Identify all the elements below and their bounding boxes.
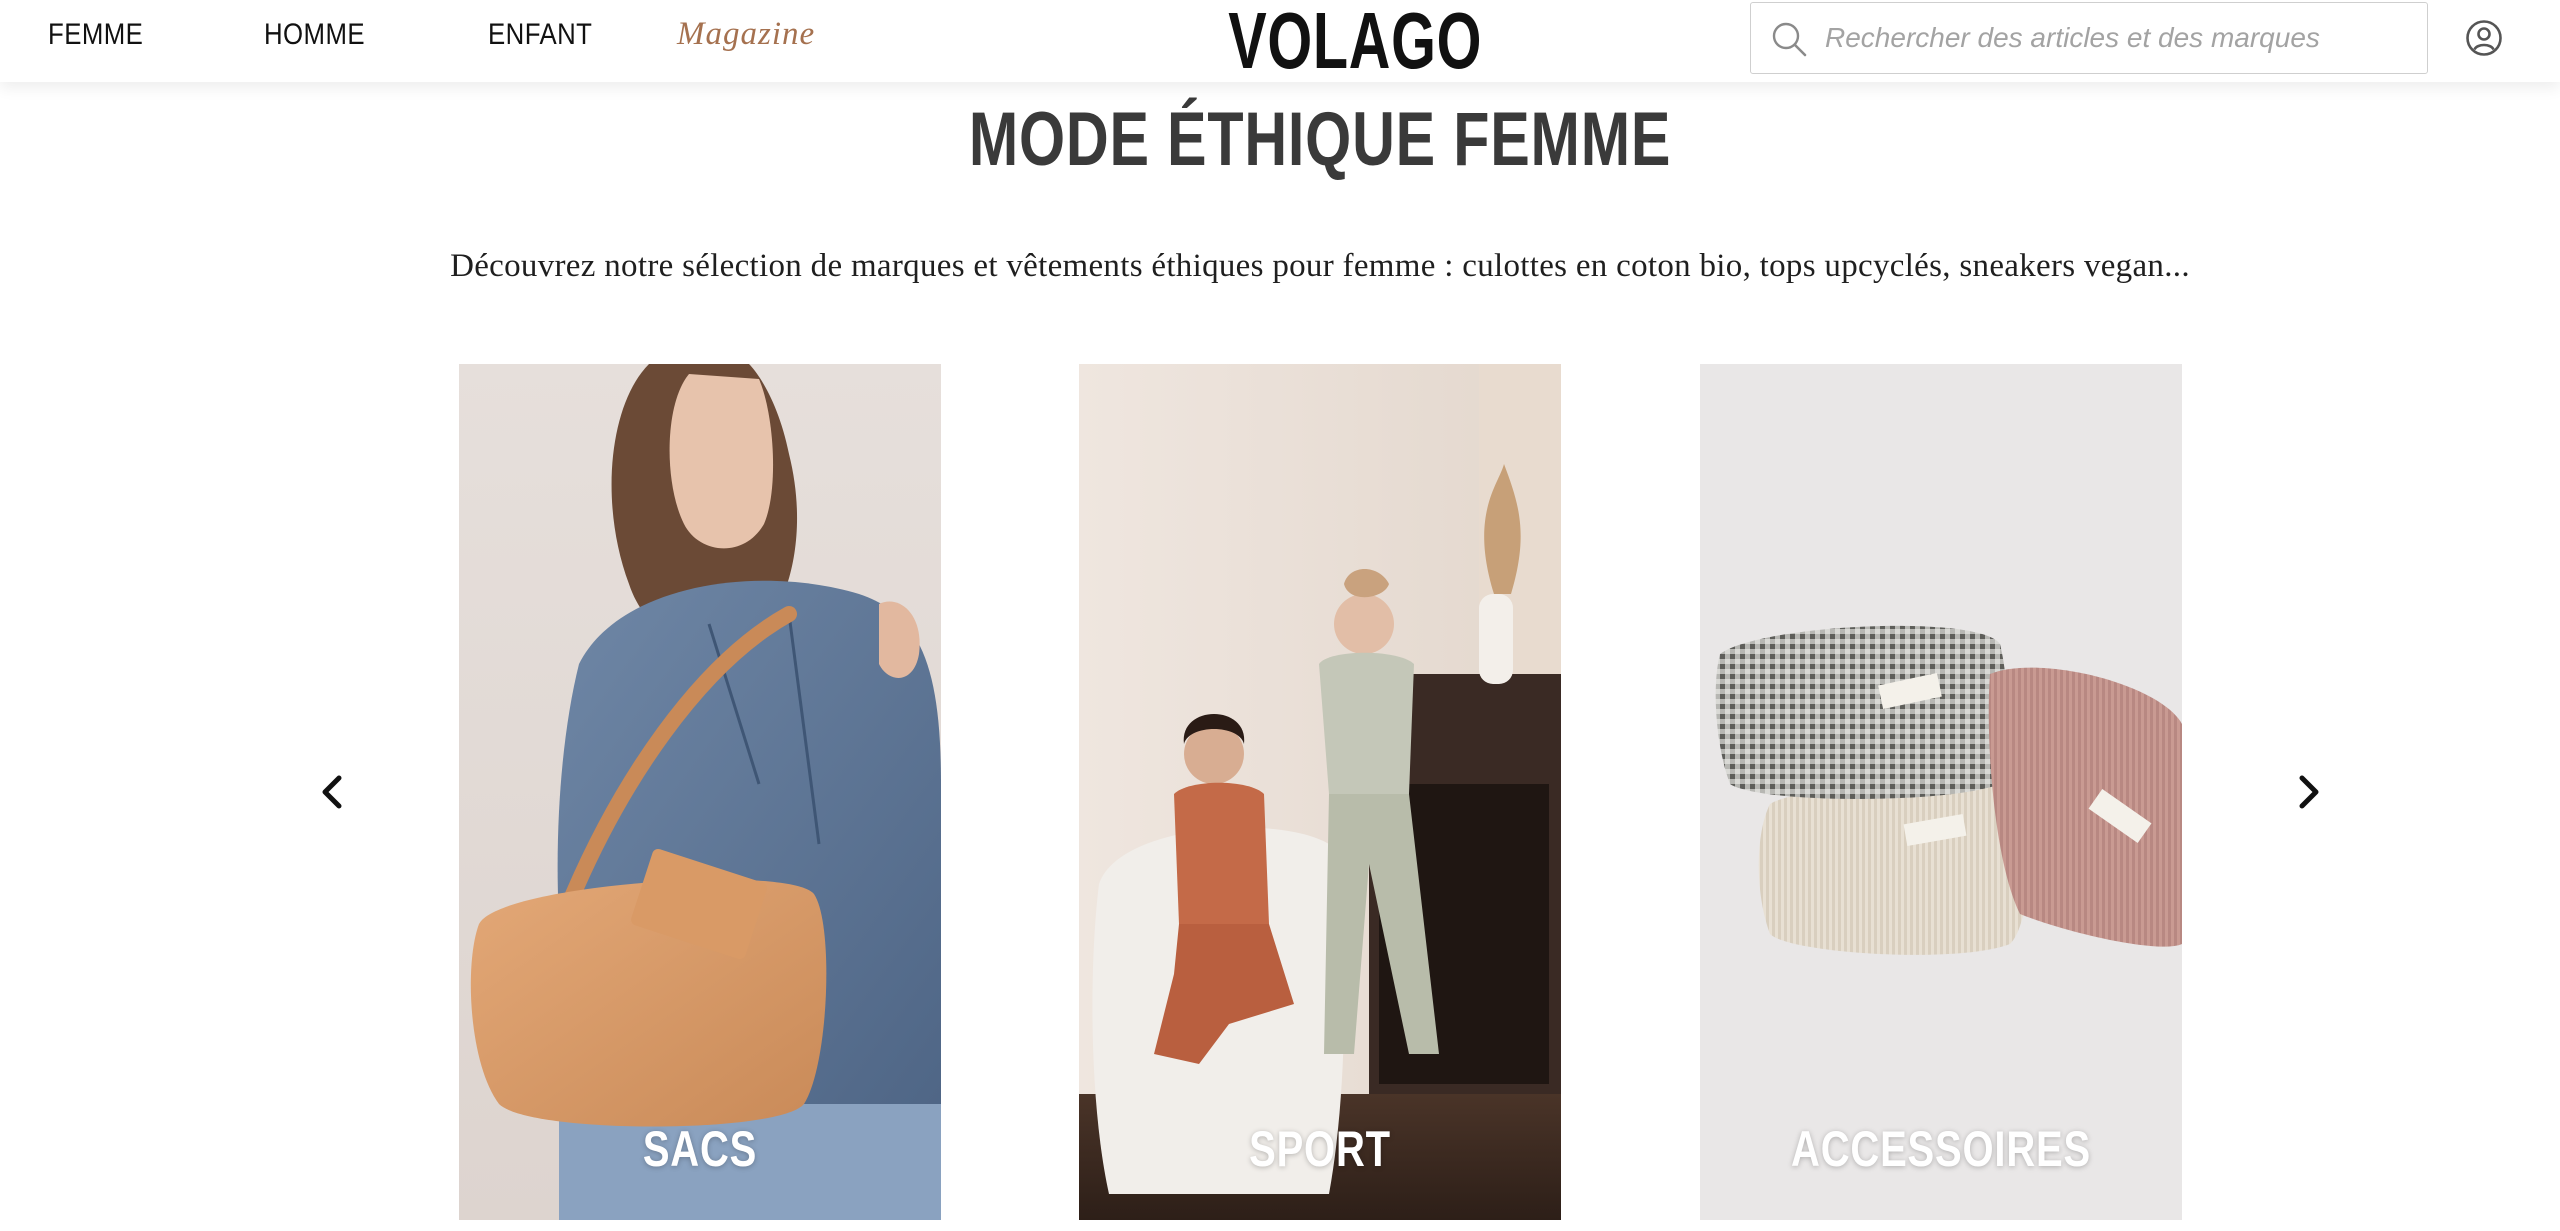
- page-description: Découvrez notre sélection de marques et …: [450, 248, 2190, 284]
- chevron-right-icon[interactable]: [2288, 770, 2328, 814]
- search-icon[interactable]: [1769, 19, 1809, 59]
- site-header: FEMME HOMME ENFANT Magazine VOLAGO: [0, 0, 2560, 85]
- accessoires-image: [1700, 364, 2182, 1220]
- nav-enfant[interactable]: ENFANT: [488, 18, 592, 52]
- page-title: MODE ÉTHIQUE FEMME: [968, 97, 1672, 182]
- site-logo[interactable]: VOLAGO: [1228, 0, 1481, 86]
- category-label: SPORT: [1249, 1121, 1391, 1177]
- category-label: ACCESSOIRES: [1791, 1121, 2091, 1177]
- nav-homme[interactable]: HOMME: [264, 18, 365, 52]
- nav-magazine[interactable]: Magazine: [677, 16, 815, 53]
- nav-femme[interactable]: FEMME: [48, 18, 143, 52]
- search-input[interactable]: [1825, 3, 2415, 73]
- category-card-sport[interactable]: SPORT: [1079, 364, 1561, 1220]
- category-card-sacs[interactable]: SACS: [459, 364, 941, 1220]
- account-icon[interactable]: [2465, 19, 2503, 57]
- search-bar[interactable]: [1750, 2, 2428, 74]
- sport-image: [1079, 364, 1561, 1220]
- category-card-accessoires[interactable]: ACCESSOIRES: [1700, 364, 2182, 1220]
- category-label: SACS: [642, 1121, 758, 1177]
- sacs-image: [459, 364, 941, 1220]
- chevron-left-icon[interactable]: [313, 770, 353, 814]
